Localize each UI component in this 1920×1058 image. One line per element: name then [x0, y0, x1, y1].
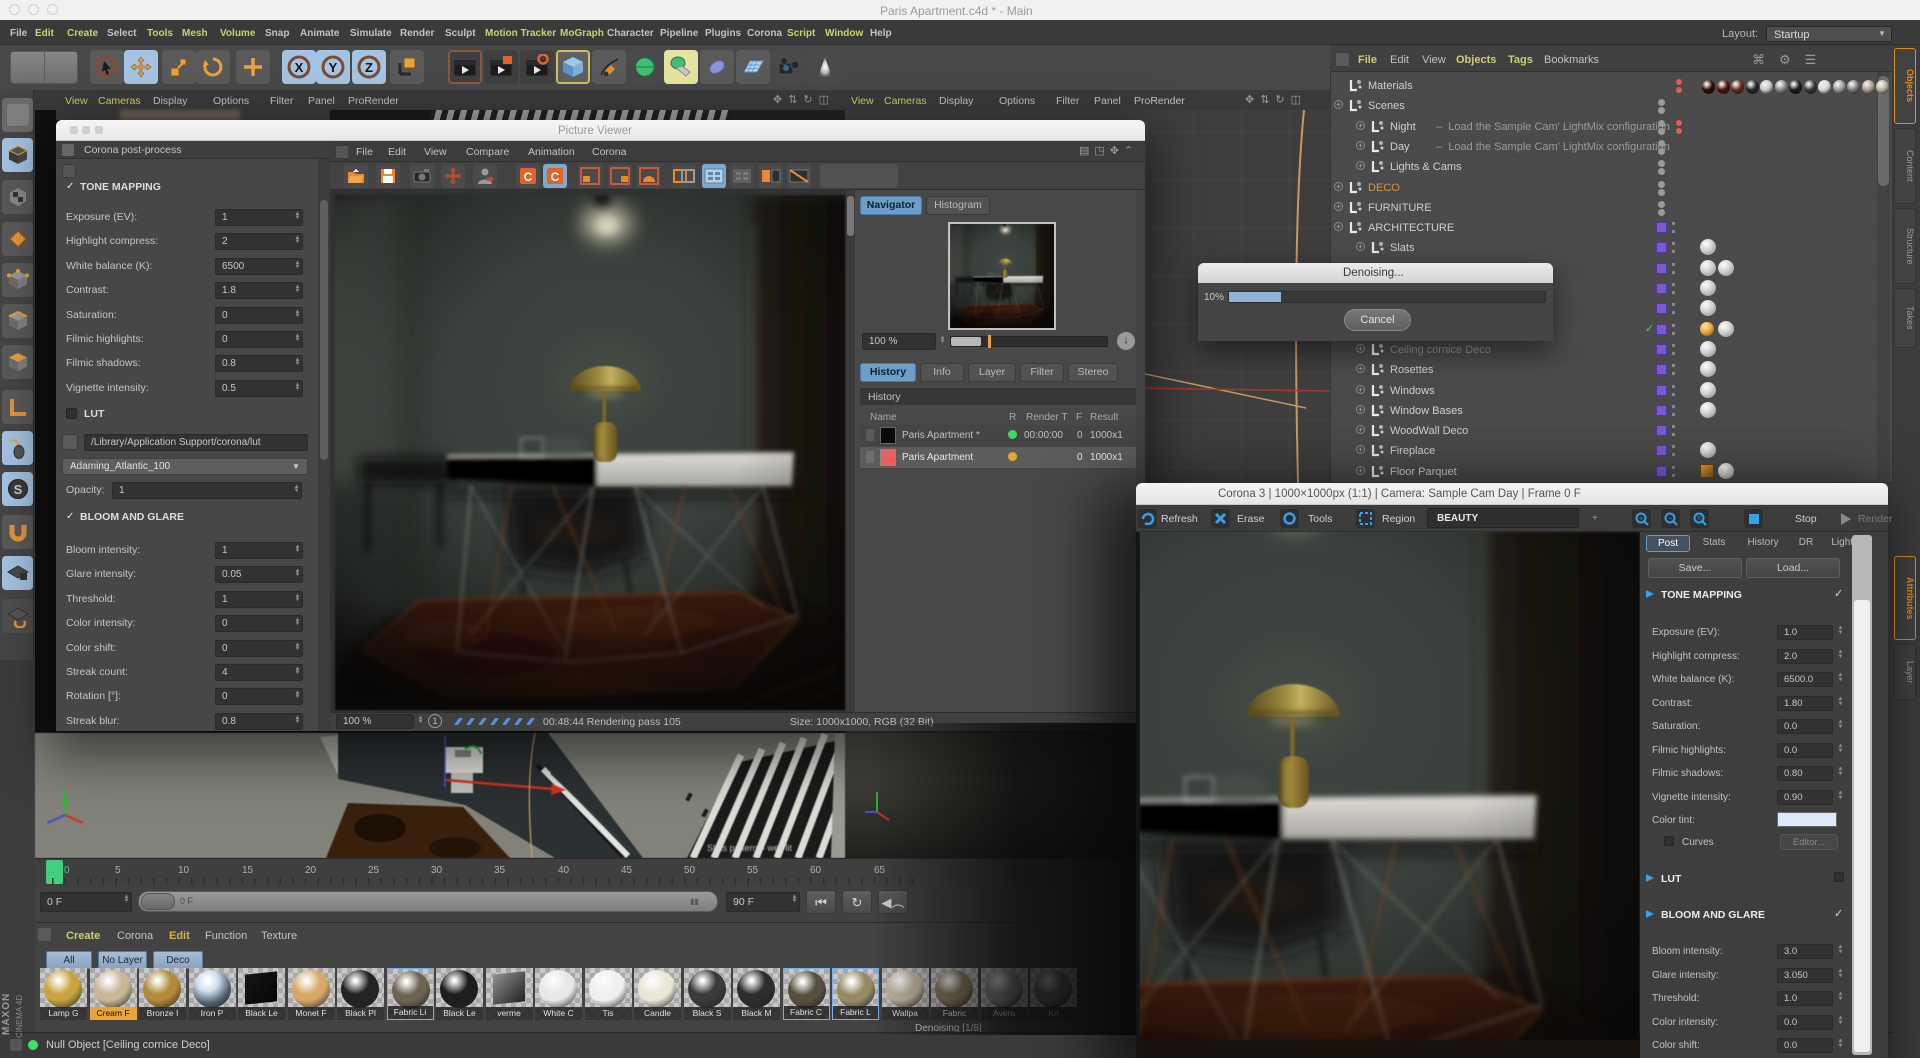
svg-text:Z: Z — [365, 60, 373, 75]
svg-text:+: + — [1638, 515, 1642, 522]
svg-text:X: X — [295, 60, 304, 75]
svg-text:−: − — [1667, 515, 1671, 522]
svg-text:C: C — [551, 170, 560, 184]
svg-text:Y: Y — [329, 60, 338, 75]
svg-text:Slats pattern – well lit: Slats pattern – well lit — [707, 843, 793, 853]
svg-text:=: = — [1696, 515, 1700, 522]
svg-text:S: S — [13, 482, 22, 497]
svg-text:C: C — [524, 170, 533, 184]
